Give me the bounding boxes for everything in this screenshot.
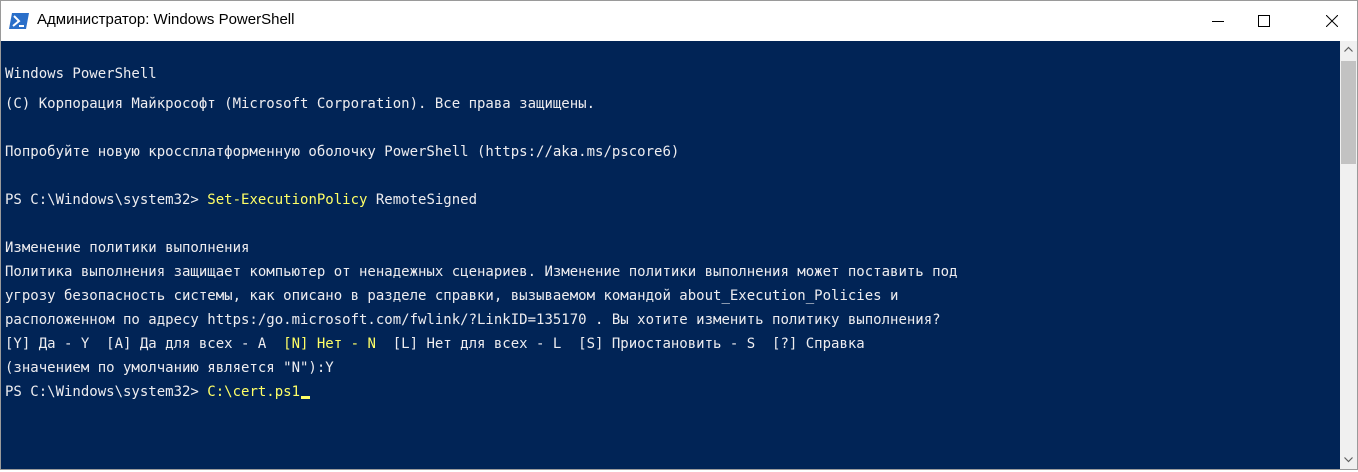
vertical-scrollbar[interactable] (1340, 41, 1357, 469)
cmdlet-name: Set-ExecutionPolicy (207, 192, 368, 208)
minimize-icon (1212, 21, 1224, 22)
scroll-down-button[interactable] (1340, 451, 1357, 468)
powershell-icon (9, 13, 29, 29)
title-bar[interactable]: Администратор: Windows PowerShell (1, 1, 1357, 41)
console-line-command2: PS C:\Windows\system32> C:\cert.ps1 (5, 383, 311, 401)
chevron-up-icon (1344, 46, 1353, 52)
choices-rest: [L] Нет для всех - L [S] Приостановить -… (375, 336, 865, 352)
command-input[interactable]: C:\cert.ps1 (207, 384, 300, 400)
prompt: PS C:\Windows\system32> (5, 384, 208, 400)
window-title: Администратор: Windows PowerShell (37, 11, 295, 28)
console-line-choices: [Y] Да - Y [A] Да для всех - A [N] Нет -… (5, 335, 865, 353)
scroll-up-button[interactable] (1340, 41, 1357, 58)
console-line-policy-text1: Политика выполнения защищает компьютер о… (5, 264, 958, 280)
minimize-button[interactable] (1195, 1, 1241, 41)
prompt: PS C:\Windows\system32> (5, 192, 208, 208)
close-button[interactable] (1309, 1, 1355, 41)
chevron-down-icon (1344, 457, 1353, 463)
console-line-policy-title: Изменение политики выполнения (5, 240, 250, 256)
choices-yes-all: [Y] Да - Y [A] Да для всех - A (5, 336, 284, 352)
cmdlet-argument: RemoteSigned (367, 192, 478, 208)
console-line-default-answer: (значением по умолчанию является "N"):Y (5, 360, 334, 376)
maximize-button[interactable] (1241, 1, 1287, 41)
text-cursor (301, 396, 311, 399)
console-line-policy-text2: угрозу безопасность системы, как описано… (5, 288, 899, 304)
console-line-banner: Windows PowerShell (5, 66, 157, 82)
console-line-policy-text3: расположенном по адресу https:/go.micros… (5, 312, 941, 328)
console-line-command1: PS C:\Windows\system32> Set-ExecutionPol… (5, 191, 477, 209)
choice-default-no: [N] Нет - N (283, 336, 376, 352)
close-icon (1326, 15, 1338, 27)
console-line-copyright: (C) Корпорация Майкрософт (Microsoft Cor… (5, 96, 596, 112)
console-output[interactable]: Windows PowerShell (C) Корпорация Майкро… (1, 41, 1340, 469)
maximize-icon (1258, 15, 1270, 27)
scrollbar-thumb[interactable] (1341, 61, 1356, 164)
powershell-window: Администратор: Windows PowerShell Window… (0, 0, 1358, 470)
console-line-hint: Попробуйте новую кроссплатформенную обол… (5, 144, 680, 160)
